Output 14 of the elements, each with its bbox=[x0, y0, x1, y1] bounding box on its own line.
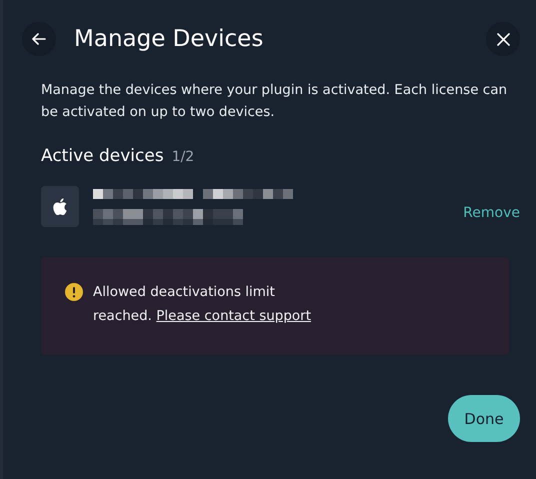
close-button[interactable] bbox=[486, 22, 520, 56]
warning-icon bbox=[65, 283, 83, 301]
dialog-description: Manage the devices where your plugin is activated. Each license can be activated on up to two devices. bbox=[41, 81, 508, 122]
remove-button[interactable]: Remove bbox=[463, 204, 520, 220]
back-button[interactable] bbox=[22, 22, 56, 56]
dialog-title: Manage Devices bbox=[74, 26, 264, 52]
close-icon bbox=[496, 32, 510, 46]
alert-message: Allowed deactivations limit reached. Please contact support bbox=[93, 283, 312, 326]
apple-icon bbox=[53, 198, 67, 215]
device-count: 1/2 bbox=[172, 149, 194, 165]
contact-support-link[interactable]: Please contact support bbox=[156, 308, 312, 324]
section-heading: Active devices bbox=[41, 146, 164, 166]
done-button[interactable]: Done bbox=[448, 395, 520, 442]
back-arrow-icon bbox=[32, 32, 46, 46]
